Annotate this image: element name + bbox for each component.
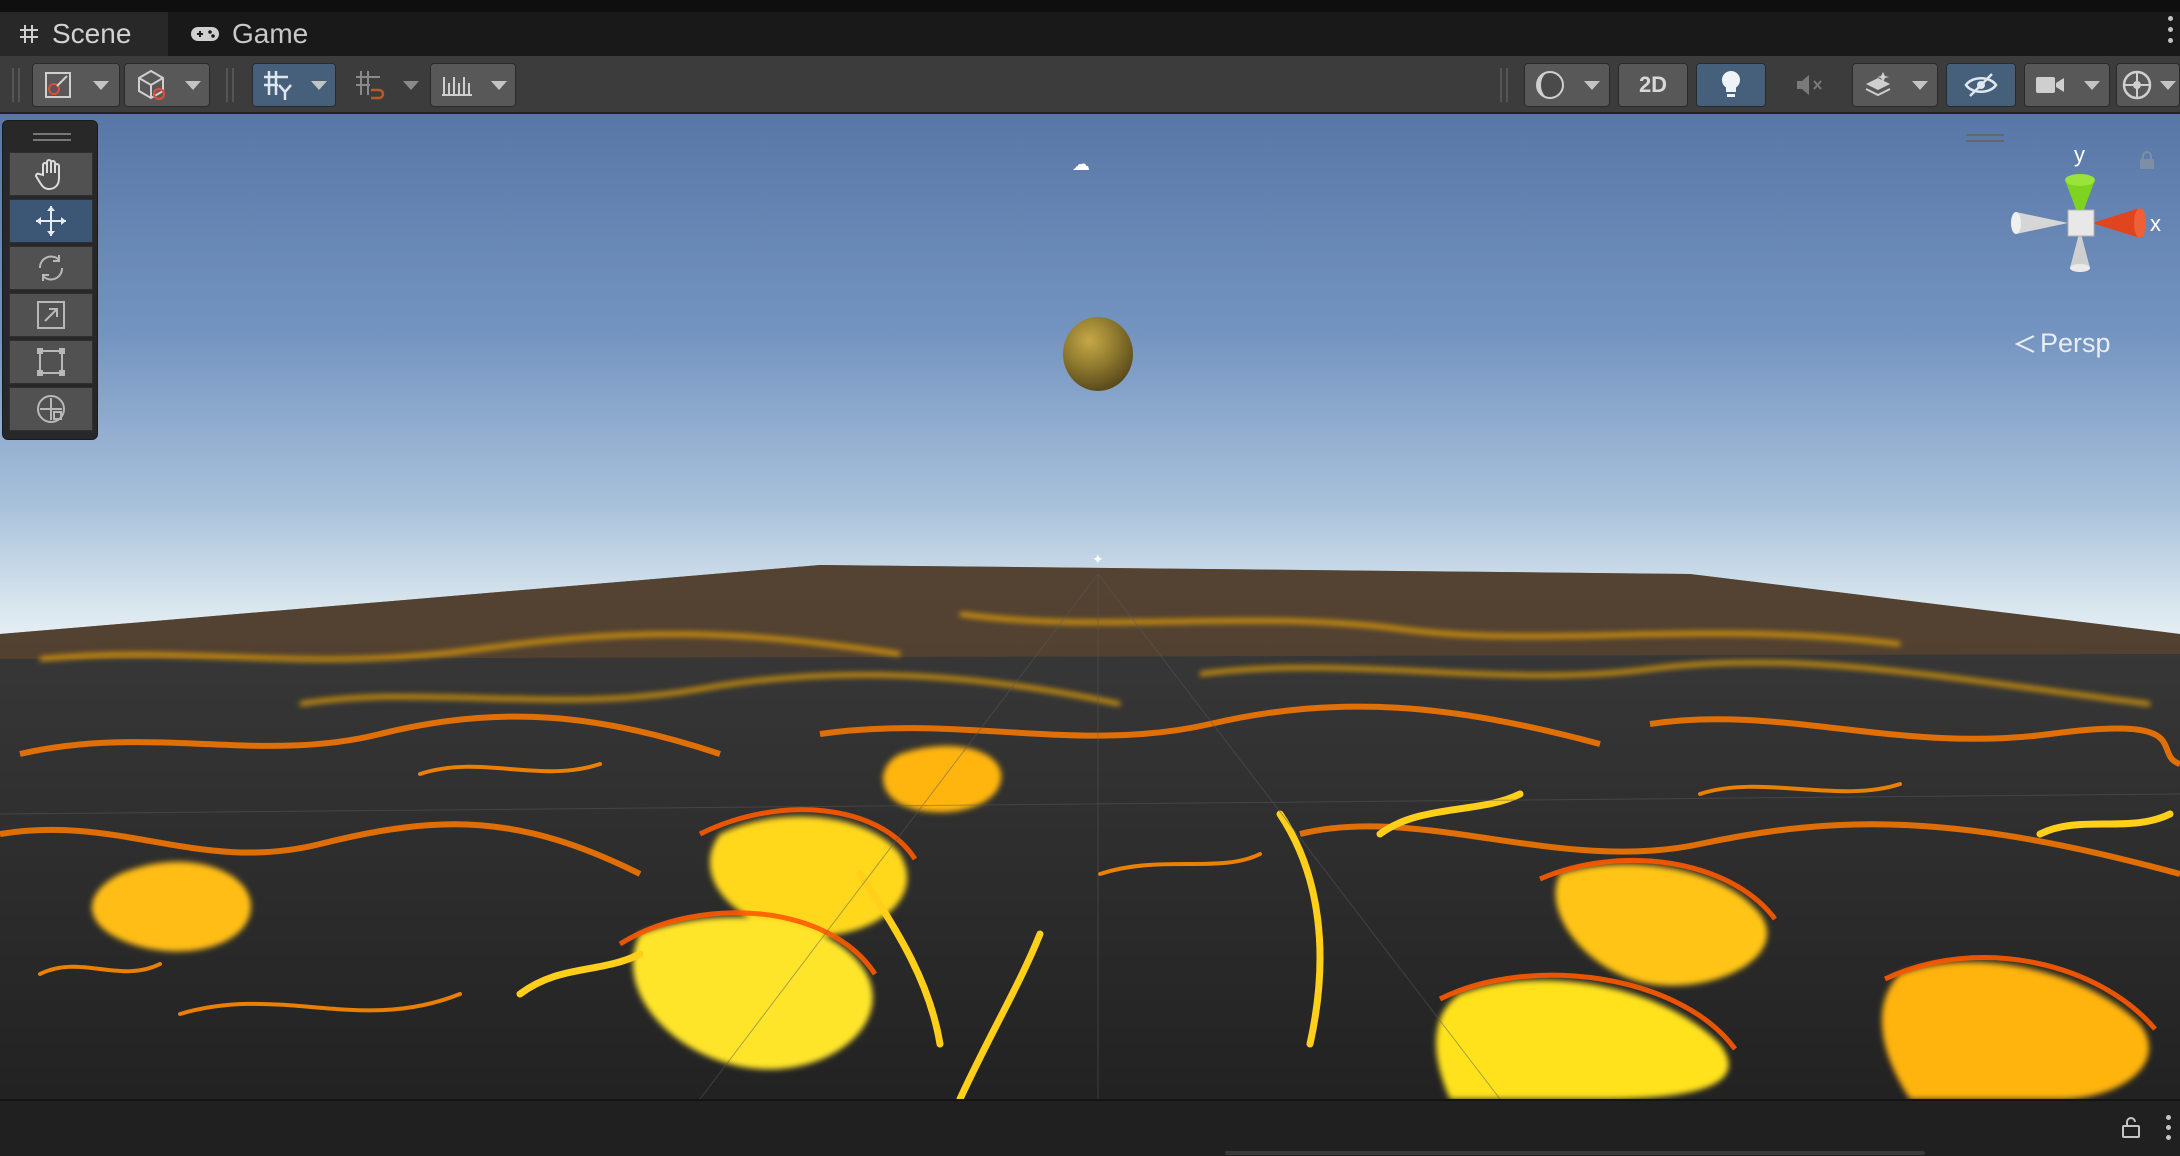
render-mode-dropdown[interactable] <box>124 63 210 107</box>
rotate-icon <box>38 255 64 281</box>
scale-icon <box>37 301 65 329</box>
scene-visibility-toggle[interactable] <box>1946 63 2016 107</box>
tab-scene-label: Scene <box>52 18 132 49</box>
draw-mode-dropdown[interactable] <box>32 63 120 107</box>
kebab-menu-icon[interactable] <box>2166 1115 2172 1140</box>
ruler-icon <box>441 77 472 96</box>
audio-mute-icon <box>1797 75 1822 95</box>
move-arrows-icon <box>36 206 66 236</box>
grid-snap-toggle[interactable] <box>252 63 336 107</box>
projection-label: Persp <box>2040 328 2111 358</box>
mode-2d-label: 2D <box>1638 72 1668 97</box>
scene-lighting-toggle[interactable] <box>1696 63 1766 107</box>
eye-slash-icon <box>1964 73 1998 97</box>
effects-layers-icon <box>1865 72 1890 97</box>
tab-bar: Scene Game <box>0 0 2180 56</box>
hand-tool[interactable] <box>9 152 93 196</box>
chevron-down-icon <box>1584 80 1600 90</box>
effects-dropdown[interactable] <box>1852 63 1938 107</box>
lava-ground-plane <box>0 565 2180 1099</box>
shading-sphere-icon <box>1536 71 1564 99</box>
draw-mode-icon <box>45 72 71 98</box>
grid-icon <box>20 25 38 43</box>
lightbulb-icon <box>1721 70 1741 97</box>
chevron-down-icon <box>184 80 201 90</box>
status-bar <box>0 1099 2180 1156</box>
camera-settings-dropdown[interactable] <box>2024 63 2110 107</box>
gizmos-dropdown[interactable] <box>2116 63 2180 107</box>
chevron-down-icon <box>490 80 507 90</box>
rect-tool[interactable] <box>9 340 93 384</box>
increment-snap-dropdown[interactable] <box>344 63 428 107</box>
transform-icon <box>37 395 65 423</box>
gizmo-y-label[interactable]: y <box>2074 142 2085 167</box>
toolbar-grip[interactable] <box>12 68 20 102</box>
chevron-down-icon <box>403 80 419 90</box>
tab-game-label: Game <box>232 18 309 49</box>
horizontal-scrollbar[interactable] <box>1225 1151 1925 1155</box>
scene-viewport[interactable]: ☁ ✦ y x Persp <box>0 114 2180 1099</box>
ruler-dropdown[interactable] <box>430 63 516 107</box>
chevron-down-icon <box>1911 80 1928 90</box>
scene-sphere-object[interactable] <box>1063 317 1133 391</box>
grid-snap-icon <box>264 71 292 100</box>
orientation-gizmo[interactable]: y x <box>2000 138 2170 308</box>
gizmo-x-label[interactable]: x <box>2150 211 2161 236</box>
scale-tool[interactable] <box>9 293 93 337</box>
projection-toggle[interactable]: Persp <box>2014 328 2111 359</box>
lock-icon[interactable] <box>2120 1115 2142 1139</box>
scene-pivot-icon: ✦ <box>1092 551 1104 567</box>
chevron-down-icon <box>2083 80 2100 90</box>
toolbar-grip[interactable] <box>1500 68 1508 102</box>
gizmos-globe-icon <box>2122 70 2152 100</box>
camera-icon <box>2035 77 2064 93</box>
increment-snap-icon <box>356 71 385 100</box>
gizmo-grip[interactable] <box>1966 134 2004 142</box>
gamepad-icon <box>191 27 219 41</box>
rect-transform-icon <box>37 348 65 376</box>
tools-panel-grip[interactable] <box>33 133 71 141</box>
hand-icon <box>35 159 60 191</box>
transform-tool[interactable] <box>9 387 93 431</box>
chevron-down-icon <box>311 80 327 90</box>
perspective-icon <box>2014 334 2035 353</box>
chevron-down-icon <box>2160 80 2176 90</box>
move-tool[interactable] <box>9 199 93 243</box>
kebab-menu-icon[interactable] <box>2166 16 2174 52</box>
toolbar-grip[interactable] <box>226 68 234 102</box>
shading-mode-dropdown[interactable] <box>1524 63 1610 107</box>
rotate-tool[interactable] <box>9 246 93 290</box>
tools-overlay-panel <box>2 120 98 440</box>
chevron-down-icon <box>93 80 109 90</box>
tab-scene[interactable]: Scene <box>0 12 168 56</box>
mode-2d-toggle[interactable]: 2D <box>1618 63 1688 107</box>
scene-toolbar: 2D <box>0 56 2180 114</box>
audio-toggle[interactable] <box>1774 63 1844 107</box>
cube-icon <box>137 69 165 101</box>
directional-light-icon[interactable]: ☁ <box>1072 154 1090 175</box>
tab-game[interactable]: Game <box>172 12 326 56</box>
